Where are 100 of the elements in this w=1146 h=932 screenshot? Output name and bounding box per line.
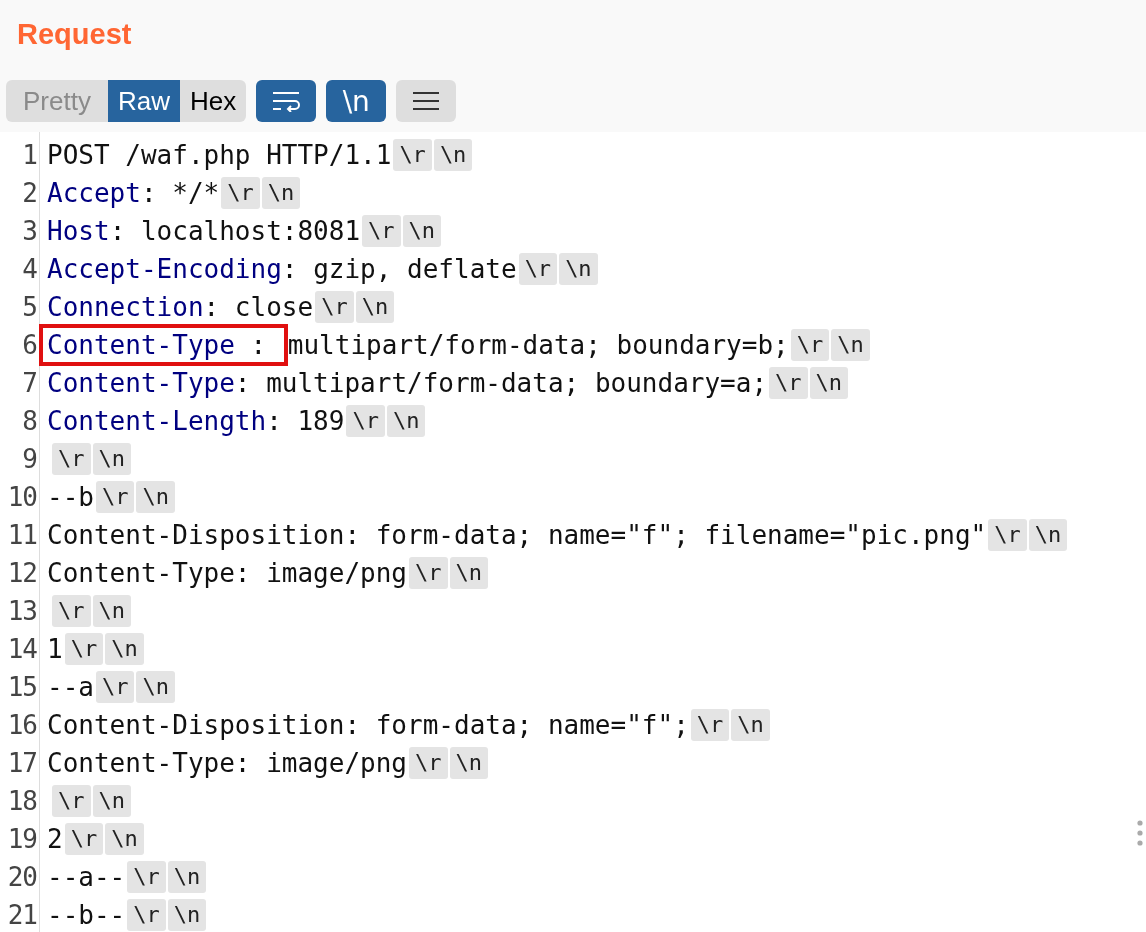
header-value: multipart/form-data; boundary=a; (266, 368, 768, 398)
code-text: Content-Disposition: form-data; name="f"; (47, 710, 689, 740)
escape-chip: \r (393, 139, 432, 171)
escape-chip: \n (167, 861, 207, 893)
header-value: */* (172, 178, 220, 208)
escape-chip: \n (386, 405, 426, 437)
wrap-toggle[interactable] (256, 80, 317, 122)
code-text: Content-Disposition: form-data; name="f"; filename="pic.png" (47, 520, 987, 550)
escape-chip: \n (136, 671, 175, 703)
escape-chip: \r (690, 709, 730, 741)
escape-chip: \r (409, 557, 448, 589)
escape-chip: \r (988, 519, 1027, 551)
line-number: 15 (6, 671, 38, 704)
escape-chip: \r (64, 633, 104, 665)
escape-chip: \n (92, 785, 131, 817)
escape-chip: \r (95, 481, 135, 513)
escape-chip: \n (105, 633, 144, 665)
line-number: 8 (21, 405, 38, 438)
header-value: multipart/form-data; boundary=b; (287, 330, 789, 360)
escape-chip: \r (52, 595, 91, 627)
view-tab[interactable]: Raw (108, 80, 180, 122)
line-wrap-icon (271, 90, 302, 112)
menu-icon (412, 90, 441, 112)
code-text: 2 (47, 824, 63, 854)
line-number: 2 (21, 177, 38, 210)
header-value: localhost:8081 (140, 216, 361, 246)
header-name: Content-Length (47, 406, 267, 436)
escape-chip: \n (1028, 519, 1068, 551)
line-number: 3 (21, 215, 38, 248)
header-separator: : (281, 254, 299, 284)
line-number: 7 (21, 367, 38, 400)
escape-chip: \r (518, 253, 558, 285)
escape-chip: \n (136, 481, 175, 513)
header-value: close (234, 292, 314, 322)
escape-chip: \r (127, 899, 166, 931)
code-text: --a (47, 672, 94, 702)
header-value: gzip, deflate (313, 254, 517, 284)
escape-chip: \r (362, 215, 401, 247)
escape-chip: \n (449, 557, 489, 589)
newline-toggle[interactable]: \n (326, 80, 387, 122)
header-name: Host (47, 216, 110, 246)
header-name: Content-Type (47, 330, 235, 360)
escape-chip: \r (769, 367, 808, 399)
header-name: Connection (47, 292, 204, 322)
escape-chip: \r (221, 177, 260, 209)
escape-chip: \n (92, 595, 131, 627)
escape-chip: \r (52, 785, 91, 817)
line-number: 10 (6, 481, 38, 514)
escape-chip: \n (559, 253, 598, 285)
header-separator: : (109, 216, 127, 246)
line-number: 9 (21, 443, 38, 476)
menu-button[interactable] (396, 80, 457, 122)
code-text: --b (47, 482, 94, 512)
code-text: --a-- (47, 862, 126, 892)
header-name: Accept-Encoding (47, 254, 282, 284)
escape-chip: \r (346, 405, 385, 437)
panel-title: Request (17, 18, 133, 52)
line-number: 11 (6, 519, 38, 552)
line-number: 6 (21, 329, 38, 362)
line-number: 1 (21, 139, 38, 172)
escape-chip: \r (52, 443, 91, 475)
line-number: 19 (6, 823, 38, 856)
line-number: 5 (21, 291, 38, 324)
escape-chip: \n (167, 899, 207, 931)
header-separator: : (266, 406, 283, 436)
code-text: 1 (47, 634, 63, 664)
escape-chip: \n (261, 177, 301, 209)
escape-chip: \r (95, 671, 135, 703)
escape-chip: \n (731, 709, 770, 741)
escape-chip: \n (809, 367, 849, 399)
escape-chip: \n (831, 329, 870, 361)
line-number: 16 (6, 709, 38, 742)
escape-chip: \n (449, 747, 489, 779)
header-separator: : (203, 292, 221, 322)
escape-chip: \r (127, 861, 166, 893)
line-number: 4 (21, 253, 38, 286)
code-text: Content-Type: image/png (47, 558, 408, 588)
line-number: 21 (6, 899, 38, 932)
escape-chip: \n (105, 823, 144, 855)
header-separator: : (140, 178, 158, 208)
escape-chip: \n (92, 443, 131, 475)
line-number: 14 (6, 633, 38, 666)
code-text: --b-- (47, 900, 126, 930)
escape-chip: \n (402, 215, 442, 247)
header-separator: : (234, 368, 252, 398)
line-number: 13 (6, 595, 38, 628)
view-tab[interactable]: Hex (180, 80, 247, 122)
drag-handle-icon[interactable] (1137, 820, 1143, 846)
code-text: POST /waf.php HTTP/1.1 (47, 140, 392, 170)
escape-chip: \r (64, 823, 104, 855)
escape-chip: \n (355, 291, 395, 323)
escape-chip: \r (790, 329, 830, 361)
code-text: Content-Type: image/png (47, 748, 408, 778)
line-number: 20 (6, 861, 38, 894)
escape-chip: \n (433, 139, 473, 171)
header-value: 189 (297, 406, 345, 436)
header-name: Content-Type (47, 368, 235, 398)
line-number: 18 (6, 785, 38, 818)
escape-chip: \r (315, 291, 354, 323)
line-number: 17 (6, 747, 38, 780)
